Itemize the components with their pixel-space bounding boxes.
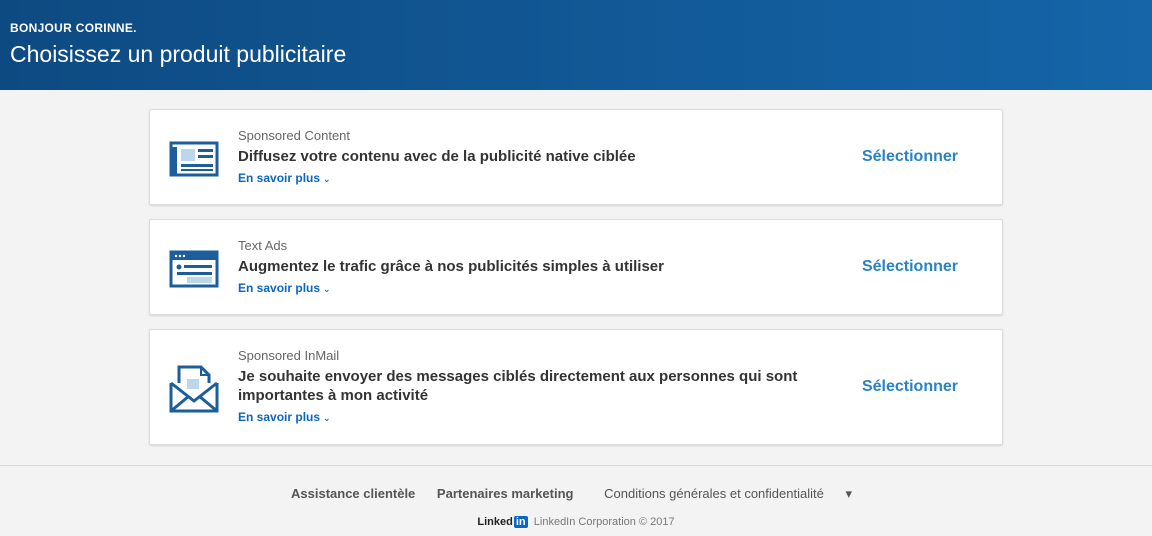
learn-more-label: En savoir plus	[238, 281, 321, 295]
select-button[interactable]: Sélectionner	[862, 258, 958, 276]
footer-link-marketing-partners[interactable]: Partenaires marketing	[437, 486, 574, 501]
learn-more-link[interactable]: En savoir plus ⌄	[238, 171, 331, 185]
footer-link-terms-label: Conditions générales et confidentialité	[604, 486, 824, 501]
envelope-icon	[169, 365, 219, 413]
learn-more-label: En savoir plus	[238, 171, 321, 185]
footer-copyright-row: Linked in LinkedIn Corporation © 2017	[0, 516, 1152, 528]
footer-link-customer-support[interactable]: Assistance clientèle	[291, 486, 415, 501]
product-name: Sponsored Content	[238, 128, 351, 143]
product-card-text-ads: Text Ads Augmentez le trafic grâce à nos…	[149, 219, 1003, 315]
select-button[interactable]: Sélectionner	[862, 148, 958, 166]
product-name: Sponsored InMail	[238, 348, 340, 363]
chevron-down-icon: ⌄	[323, 284, 331, 294]
footer-links: Assistance clientèle Partenaires marketi…	[0, 486, 1152, 502]
page-title: Choisissez un produit publicitaire	[10, 41, 347, 67]
linkedin-logo-text: Linked	[477, 516, 513, 528]
product-card-sponsored-inmail: Sponsored InMail Je souhaite envoyer des…	[149, 329, 1003, 445]
caret-down-icon: ▾	[845, 486, 852, 501]
browser-window-icon	[169, 250, 219, 288]
product-card-sponsored-content: Sponsored Content Diffusez votre contenu…	[149, 109, 1003, 205]
linkedin-logo-in: in	[513, 516, 528, 528]
product-description: Diffusez votre contenu avec de la public…	[238, 148, 636, 165]
copyright-text: LinkedIn Corporation © 2017	[533, 516, 675, 528]
chevron-down-icon: ⌄	[323, 413, 331, 423]
product-list: Sponsored Content Diffusez votre contenu…	[149, 109, 1003, 445]
newspaper-icon	[169, 141, 219, 177]
learn-more-link[interactable]: En savoir plus ⌄	[238, 281, 331, 295]
greeting: BONJOUR CORINNE.	[10, 21, 137, 35]
learn-more-label: En savoir plus	[238, 410, 321, 424]
footer: Assistance clientèle Partenaires marketi…	[0, 465, 1152, 536]
footer-link-terms[interactable]: Conditions générales et confidentialité …	[595, 486, 861, 501]
learn-more-link[interactable]: En savoir plus ⌄	[238, 410, 331, 424]
linkedin-logo: Linked in	[477, 516, 528, 528]
product-description: Je souhaite envoyer des messages ciblés …	[238, 368, 798, 404]
product-description: Augmentez le trafic grâce à nos publicit…	[238, 258, 664, 275]
chevron-down-icon: ⌄	[323, 174, 331, 184]
product-name: Text Ads	[238, 238, 288, 253]
page-header: BONJOUR CORINNE. Choisissez un produit p…	[0, 0, 1152, 90]
select-button[interactable]: Sélectionner	[862, 378, 958, 396]
